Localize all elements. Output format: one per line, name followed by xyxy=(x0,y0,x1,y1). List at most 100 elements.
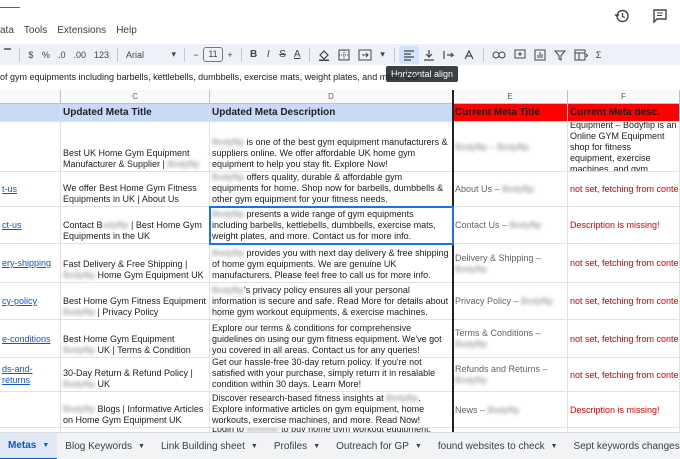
menu-extensions[interactable]: Extensions xyxy=(52,25,111,36)
updated-desc-cell[interactable]: Bodyflip is one of the best gym equipmen… xyxy=(210,122,453,172)
current-desc-cell[interactable]: Description is missing! xyxy=(568,392,680,428)
number-format-button[interactable]: 123 xyxy=(90,46,113,64)
column-header-b[interactable] xyxy=(0,90,61,104)
decrease-decimal-button[interactable]: .0 xyxy=(54,46,70,64)
comment-icon[interactable] xyxy=(652,8,668,24)
sheet-tab-found-websites[interactable]: found websites to check ▼ xyxy=(430,433,566,459)
merge-cells-icon[interactable] xyxy=(354,46,376,64)
header-current-desc[interactable]: Current Meta desc. xyxy=(568,104,680,122)
url-cell[interactable] xyxy=(0,392,61,428)
current-title-cell[interactable]: Bodyflip – Bodyflip xyxy=(453,122,568,172)
menu-help[interactable]: Help xyxy=(111,25,142,36)
cell-content: Bodyflip provides you with next day deli… xyxy=(212,248,450,281)
current-title-cell[interactable]: Privacy Policy – Bodyflip xyxy=(453,283,568,320)
current-desc-cell[interactable]: not set, fetching from content xyxy=(568,244,680,283)
filter-views-icon[interactable] xyxy=(570,46,592,64)
updated-desc-cell[interactable]: Get our hassle-free 30-day return policy… xyxy=(210,358,453,392)
current-title-cell[interactable]: News – Bodyflip xyxy=(453,392,568,428)
text-wrap-icon[interactable] xyxy=(439,46,459,64)
header-current-title[interactable]: Current Meta Title xyxy=(453,104,568,122)
percent-button[interactable]: % xyxy=(38,46,54,64)
current-desc-cell[interactable]: Description is missing! xyxy=(568,207,680,244)
redacted-brand: Bodyflip xyxy=(63,307,96,317)
cell-text: provides you with next day delivery & fr… xyxy=(212,248,449,280)
font-family-select[interactable]: Arial ▾ xyxy=(122,46,180,64)
font-size-decrease-button[interactable]: − xyxy=(189,46,203,64)
updated-desc-cell[interactable]: Bodyflip offers quality, durable & affor… xyxy=(210,172,453,207)
insert-chart-icon[interactable] xyxy=(530,46,550,64)
current-title-cell[interactable]: About Us – Bodyflip xyxy=(453,172,568,207)
header-cell-blank[interactable] xyxy=(0,104,61,122)
cell-text: Delivery & Shipping – xyxy=(455,252,542,263)
updated-title-cell[interactable]: Bodyflip Blogs | Informative Articles on… xyxy=(61,392,210,428)
currency-button[interactable]: $ xyxy=(24,46,38,64)
updated-title-cell[interactable]: Fast Delivery & Free Shipping | Bodyflip… xyxy=(61,244,210,283)
text-color-button[interactable]: A xyxy=(290,46,305,64)
current-desc-cell[interactable]: Best Home GYM Equipment – Bodyflip is an… xyxy=(568,122,680,172)
bold-button[interactable]: B xyxy=(246,46,261,64)
url-cell[interactable]: cy-policy xyxy=(0,283,61,320)
vertical-align-icon[interactable] xyxy=(419,46,439,64)
cell-content: Best UK Home Gym Equipment Manufacturer … xyxy=(63,148,207,170)
increase-decimal-button[interactable]: .00 xyxy=(69,46,90,64)
menu-tools[interactable]: Tools xyxy=(19,25,52,36)
borders-icon[interactable] xyxy=(334,46,354,64)
insert-link-icon[interactable] xyxy=(488,46,510,64)
sheet-tab-profiles[interactable]: Profiles ▼ xyxy=(266,433,328,459)
chevron-down-icon[interactable]: ▾ xyxy=(376,46,390,64)
current-title-cell[interactable]: Terms & Conditions – Bodyflip xyxy=(453,320,568,358)
updated-desc-cell[interactable]: Explore our terms & conditions for compr… xyxy=(210,320,453,358)
fill-color-icon[interactable] xyxy=(314,46,334,64)
column-header-f[interactable]: F xyxy=(568,90,680,104)
current-desc-cell[interactable]: not set, fetching from content xyxy=(568,283,680,320)
history-icon[interactable] xyxy=(614,8,630,24)
cell-content: Bodyflip – Bodyflip xyxy=(455,142,529,153)
column-header-d[interactable]: D xyxy=(210,90,453,104)
strikethrough-button[interactable]: S xyxy=(275,46,290,64)
updated-desc-cell[interactable]: Bodyflip presents a wide range of gym eq… xyxy=(209,206,454,245)
horizontal-align-icon[interactable] xyxy=(398,45,419,64)
updated-desc-cell[interactable]: Bodyflip's privacy policy ensures all yo… xyxy=(210,283,453,320)
current-desc-cell[interactable]: not set, fetching from content xyxy=(568,358,680,392)
current-desc-cell[interactable]: not set, fetching from content xyxy=(568,320,680,358)
sheet-tab-label: Blog Keywords xyxy=(65,440,132,452)
header-updated-title[interactable]: Updated Meta Title xyxy=(61,104,210,122)
updated-title-cell[interactable]: We offer Best Home Gym Fitness Equipment… xyxy=(61,172,210,207)
url-cell[interactable]: ery-shipping xyxy=(0,244,61,283)
url-cell[interactable]: ds-and-returns xyxy=(0,358,61,392)
sheet-tab-link-building[interactable]: Link Building sheet ▼ xyxy=(153,433,266,459)
updated-desc-cell[interactable]: Discover research-based fitness insights… xyxy=(210,392,453,428)
column-header-c[interactable]: C xyxy=(61,90,210,104)
updated-title-cell[interactable]: Best UK Home Gym Equipment Manufacturer … xyxy=(61,122,210,172)
updated-title-cell[interactable]: 30-Day Return & Refund Policy | Bodyflip… xyxy=(61,358,210,392)
current-desc-cell[interactable]: not set, fetching from content xyxy=(568,172,680,207)
header-updated-desc[interactable]: Updated Meta Description xyxy=(210,104,453,122)
url-cell[interactable]: e-conditions xyxy=(0,320,61,358)
paint-format-icon[interactable]: ▔ xyxy=(0,46,15,64)
functions-icon[interactable]: Σ xyxy=(592,46,606,64)
filter-icon[interactable] xyxy=(550,46,570,64)
insert-comment-icon[interactable] xyxy=(510,46,530,64)
updated-title-cell[interactable]: Best Home Gym Equipment Bodyflip UK | Te… xyxy=(61,320,210,358)
cell-text: Contact B xyxy=(63,220,103,230)
column-header-e[interactable]: E xyxy=(453,90,568,104)
current-title-cell[interactable]: Delivery & Shipping – Bodyflip xyxy=(453,244,568,283)
font-size-increase-button[interactable]: + xyxy=(223,46,237,64)
italic-button[interactable]: I xyxy=(261,46,275,64)
sheet-tab-sept-keywords[interactable]: Sept keywords changes▼ xyxy=(566,433,680,459)
url-cell[interactable]: ct-us xyxy=(0,207,61,244)
sheet-tab-outreach[interactable]: Outreach for GP ▼ xyxy=(328,433,430,459)
updated-title-cell[interactable]: Contact Bodyflip | Best Home Gym Equipme… xyxy=(61,207,210,244)
current-title-cell[interactable]: Contact Us – Bodyflip xyxy=(453,207,568,244)
menu-data[interactable]: ata xyxy=(0,25,19,36)
sheet-tab-metas[interactable]: Metas ▼ xyxy=(0,433,58,459)
updated-desc-cell[interactable]: Bodyflip provides you with next day deli… xyxy=(210,244,453,283)
updated-title-cell[interactable]: Best Home Gym Fitness Equipment Bodyflip… xyxy=(61,283,210,320)
sheet-tab-blog-keywords[interactable]: Blog Keywords ▼ xyxy=(57,433,153,459)
font-size-input[interactable]: 11 xyxy=(203,47,223,62)
url-cell[interactable] xyxy=(0,122,61,172)
current-title-cell[interactable]: Refunds and Returns – Bodyflip xyxy=(453,358,568,392)
cell-text: presents a wide range of gym equipments … xyxy=(212,209,436,241)
text-rotation-icon[interactable] xyxy=(459,46,479,64)
url-cell[interactable]: t-us xyxy=(0,172,61,207)
